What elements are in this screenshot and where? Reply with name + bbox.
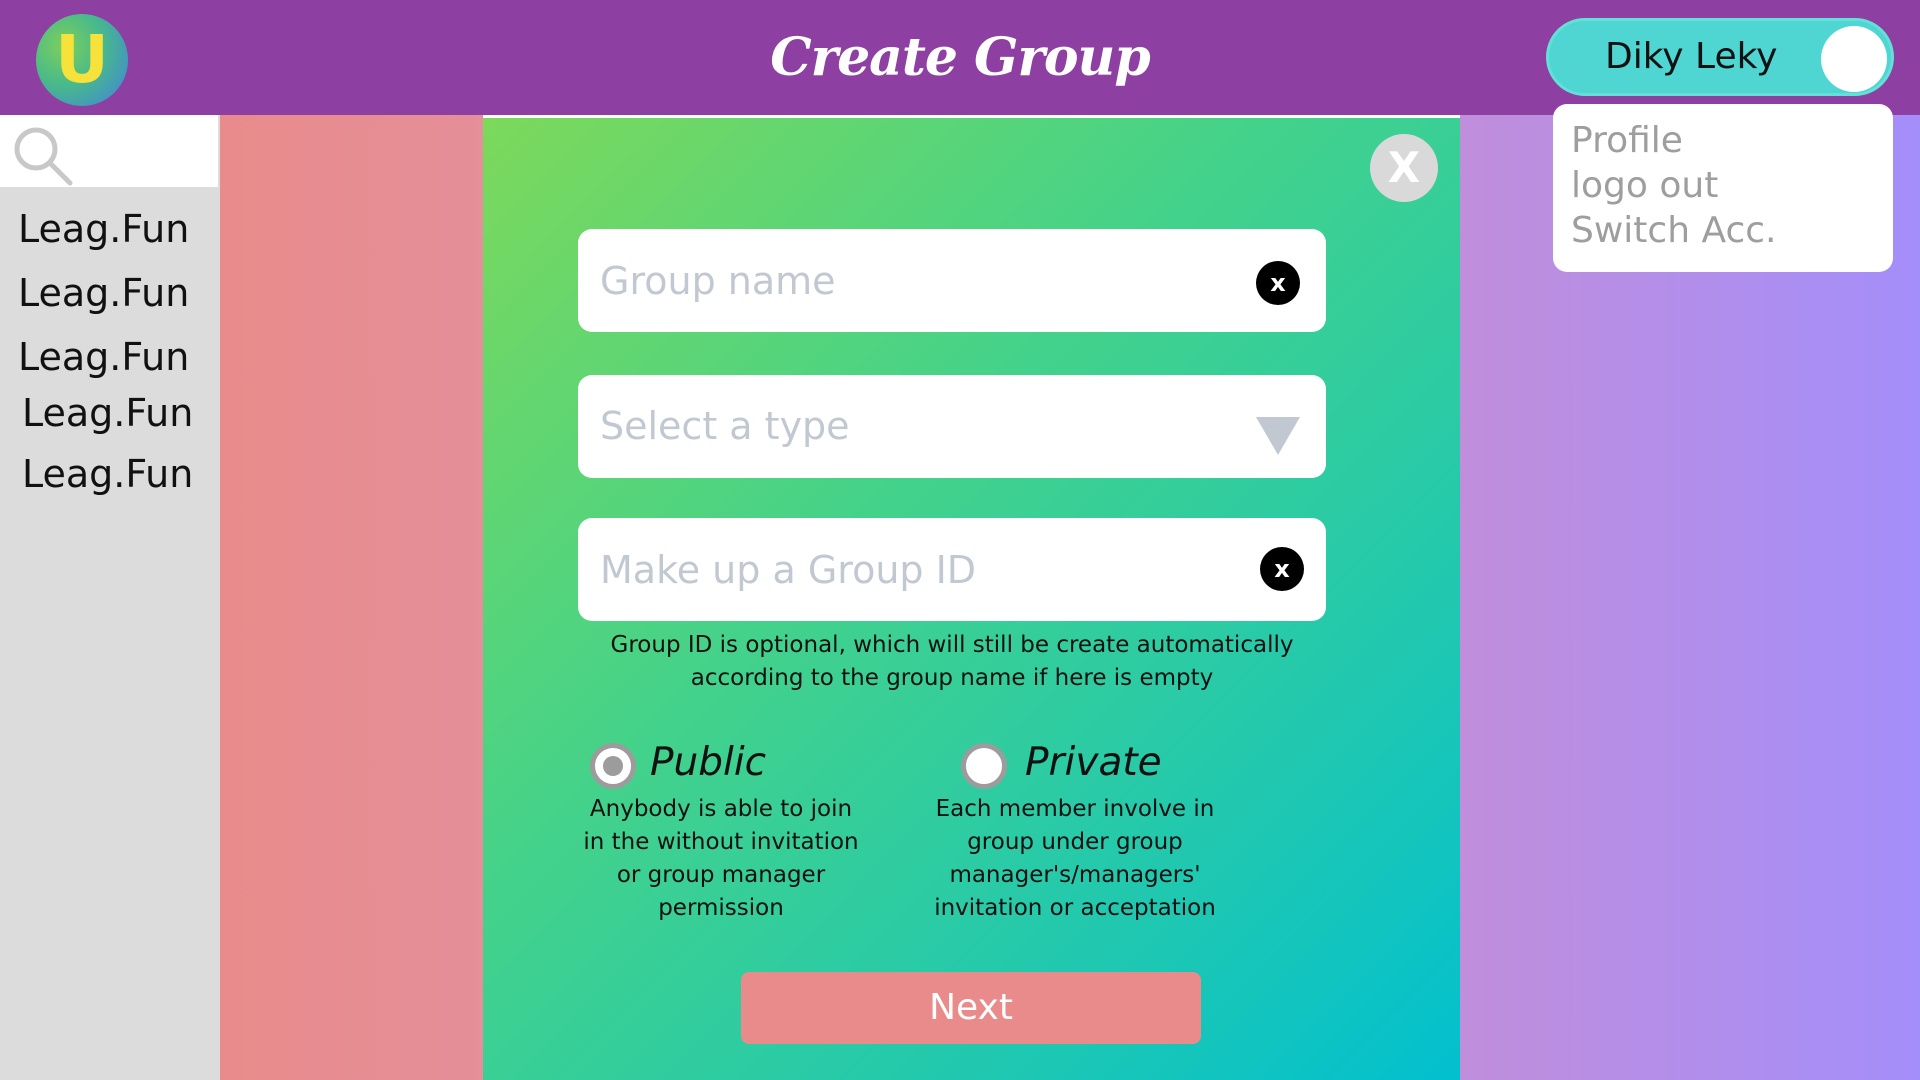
sidebar-item[interactable]: Leag.Fun — [18, 335, 189, 379]
private-label[interactable]: Private — [1025, 740, 1162, 785]
search-icon — [14, 127, 73, 186]
private-radio[interactable] — [961, 743, 1007, 789]
group-id-field: x — [578, 518, 1326, 621]
group-name-input[interactable] — [600, 229, 1220, 332]
create-group-dialog: X x Select a type x Group ID is optional… — [483, 118, 1460, 1080]
user-account-toggle[interactable]: Diky Leky — [1546, 18, 1894, 96]
type-select[interactable]: Select a type — [578, 375, 1326, 478]
public-description: Anybody is able to join in the without i… — [583, 796, 859, 921]
user-name: Diky Leky — [1605, 36, 1778, 77]
group-id-input[interactable] — [600, 518, 1220, 621]
toggle-knob — [1821, 26, 1887, 92]
sidebar-item[interactable]: Leag.Fun — [22, 452, 193, 496]
page-title: Create Group — [770, 27, 1150, 88]
public-label[interactable]: Public — [650, 740, 766, 785]
logo-icon[interactable]: U — [36, 14, 128, 106]
menu-item-profile[interactable]: Profile — [1571, 118, 1875, 163]
clear-icon[interactable]: x — [1256, 261, 1300, 305]
left-background-panel — [220, 115, 483, 1080]
private-description: Each member involve in group under group… — [934, 796, 1216, 921]
close-icon[interactable]: X — [1370, 134, 1438, 202]
group-name-field: x — [578, 229, 1326, 332]
sidebar: Leag.Fun Leag.Fun Leag.Fun Leag.Fun Leag… — [0, 115, 220, 1080]
search-box[interactable] — [0, 115, 218, 187]
sidebar-item[interactable]: Leag.Fun — [18, 271, 189, 315]
chevron-down-icon — [1256, 417, 1300, 455]
top-header: U Create Group Diky Leky — [0, 0, 1920, 115]
group-id-hint: Group ID is optional, which will still b… — [610, 632, 1294, 691]
menu-item-switch-account[interactable]: Switch Acc. — [1571, 208, 1875, 253]
sidebar-item[interactable]: Leag.Fun — [22, 391, 193, 435]
clear-icon[interactable]: x — [1260, 547, 1304, 591]
user-menu: Profile logo out Switch Acc. — [1553, 104, 1893, 272]
public-radio[interactable] — [590, 743, 636, 789]
next-button[interactable]: Next — [741, 972, 1201, 1044]
menu-item-logout[interactable]: logo out — [1571, 163, 1875, 208]
logo-letter: U — [55, 21, 109, 98]
type-select-placeholder: Select a type — [600, 404, 850, 448]
sidebar-item[interactable]: Leag.Fun — [18, 207, 189, 251]
